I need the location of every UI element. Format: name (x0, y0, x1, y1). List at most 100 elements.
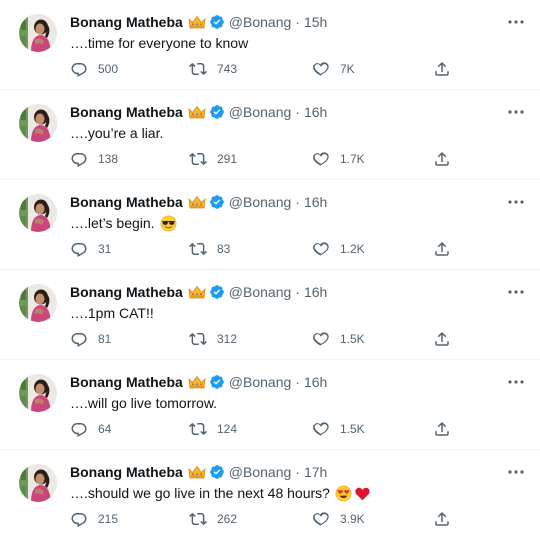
like-button[interactable]: 1.5K (312, 329, 365, 349)
share-button[interactable] (433, 59, 451, 79)
more-options-icon[interactable] (506, 464, 526, 480)
tweet-timestamp[interactable]: 16h (304, 282, 327, 302)
reply-count: 81 (98, 332, 112, 346)
share-icon (433, 240, 451, 258)
share-icon (433, 510, 451, 528)
reply-icon (70, 60, 88, 78)
more-options-icon[interactable] (506, 374, 526, 390)
reply-count: 31 (98, 242, 112, 256)
tweet-4[interactable]: Bonang Matheba @Bonang · 16h ….1pm CAT!!… (0, 270, 540, 360)
avatar[interactable] (19, 374, 57, 412)
tweet-timestamp[interactable]: 16h (304, 102, 327, 122)
avatar[interactable] (19, 284, 57, 322)
share-button[interactable] (433, 509, 451, 529)
separator-dot: · (295, 464, 300, 480)
share-button[interactable] (433, 419, 451, 439)
tweet-2[interactable]: Bonang Matheba @Bonang · 16h ….you’re a … (0, 90, 540, 180)
like-button[interactable]: 1.2K (312, 239, 365, 259)
tweet-text-row: ….time for everyone to know (70, 33, 248, 53)
retweet-button[interactable]: 83 (189, 239, 230, 259)
tweet-actions: 215 262 3.9K (0, 509, 540, 529)
tweet-actions: 500 743 7K (0, 59, 540, 79)
more-options-icon[interactable] (506, 104, 526, 120)
retweet-button[interactable]: 743 (189, 59, 237, 79)
separator-dot: · (295, 374, 300, 390)
author-handle[interactable]: @Bonang (229, 102, 291, 122)
share-button[interactable] (433, 149, 451, 169)
like-button[interactable]: 1.5K (312, 419, 365, 439)
more-options-icon[interactable] (506, 194, 526, 210)
avatar[interactable] (19, 464, 57, 502)
author-handle[interactable]: @Bonang (229, 12, 291, 32)
author-name[interactable]: Bonang Matheba (70, 12, 183, 32)
reply-button[interactable]: 138 (70, 149, 118, 169)
heart-eyes-emoji (335, 485, 352, 502)
share-button[interactable] (433, 329, 451, 349)
tweet-timestamp[interactable]: 16h (304, 372, 327, 392)
tweet-feed: Bonang Matheba @Bonang · 15h ….time for … (0, 0, 540, 539)
author-handle[interactable]: @Bonang (229, 192, 291, 212)
retweet-count: 124 (217, 422, 238, 436)
tweet-timestamp[interactable]: 16h (304, 192, 327, 212)
like-icon (312, 330, 330, 348)
retweet-button[interactable]: 262 (189, 509, 237, 529)
author-name[interactable]: Bonang Matheba (70, 462, 183, 482)
reply-button[interactable]: 500 (70, 59, 118, 79)
tweet-actions: 138 291 1.7K (0, 149, 540, 169)
separator-dot: · (295, 194, 300, 210)
like-icon (312, 60, 330, 78)
tweet-text: ….will go live tomorrow. (70, 395, 218, 411)
tweet-text: ….time for everyone to know (70, 35, 249, 51)
author-name[interactable]: Bonang Matheba (70, 102, 183, 122)
separator-dot: · (295, 14, 300, 30)
retweet-icon (189, 420, 207, 438)
avatar[interactable] (19, 194, 57, 232)
like-count: 1.5K (340, 422, 365, 436)
share-icon (433, 60, 451, 78)
reply-button[interactable]: 31 (70, 239, 111, 259)
retweet-button[interactable]: 312 (189, 329, 237, 349)
retweet-button[interactable]: 291 (189, 149, 237, 169)
like-count: 7K (340, 62, 355, 76)
share-icon (433, 150, 451, 168)
more-options-icon[interactable] (506, 14, 526, 30)
avatar[interactable] (19, 104, 57, 142)
tweet-actions: 64 124 1.5K (0, 419, 540, 439)
verified-badge-icon (209, 194, 225, 210)
reply-icon (70, 420, 88, 438)
reply-button[interactable]: 215 (70, 509, 118, 529)
tweet-6[interactable]: Bonang Matheba @Bonang · 17h ….should we… (0, 450, 540, 539)
author-name[interactable]: Bonang Matheba (70, 282, 183, 302)
like-icon (312, 240, 330, 258)
tweet-text-row: ….let’s begin. (70, 213, 177, 233)
author-handle[interactable]: @Bonang (229, 462, 291, 482)
retweet-count: 262 (217, 512, 238, 526)
like-button[interactable]: 1.7K (312, 149, 365, 169)
like-count: 3.9K (340, 512, 365, 526)
like-button[interactable]: 3.9K (312, 509, 365, 529)
author-name[interactable]: Bonang Matheba (70, 372, 183, 392)
verified-badge-icon (209, 284, 225, 300)
avatar[interactable] (19, 14, 57, 52)
tweet-3[interactable]: Bonang Matheba @Bonang · 16h ….let’s beg… (0, 180, 540, 270)
tweet-actions: 31 83 1.2K (0, 239, 540, 259)
like-button[interactable]: 7K (312, 59, 355, 79)
reply-count: 500 (98, 62, 119, 76)
retweet-button[interactable]: 124 (189, 419, 237, 439)
separator-dot: · (295, 104, 300, 120)
author-handle[interactable]: @Bonang (229, 282, 291, 302)
tweet-timestamp[interactable]: 17h (304, 462, 327, 482)
share-button[interactable] (433, 239, 451, 259)
verified-badge-icon (209, 104, 225, 120)
reply-button[interactable]: 64 (70, 419, 111, 439)
like-icon (312, 420, 330, 438)
tweet-text: ….1pm CAT!! (70, 305, 154, 321)
tweet-timestamp[interactable]: 15h (304, 12, 327, 32)
more-options-icon[interactable] (506, 284, 526, 300)
share-icon (433, 330, 451, 348)
reply-button[interactable]: 81 (70, 329, 111, 349)
author-name[interactable]: Bonang Matheba (70, 192, 183, 212)
tweet-5[interactable]: Bonang Matheba @Bonang · 16h ….will go l… (0, 360, 540, 450)
author-handle[interactable]: @Bonang (229, 372, 291, 392)
tweet-1[interactable]: Bonang Matheba @Bonang · 15h ….time for … (0, 0, 540, 90)
